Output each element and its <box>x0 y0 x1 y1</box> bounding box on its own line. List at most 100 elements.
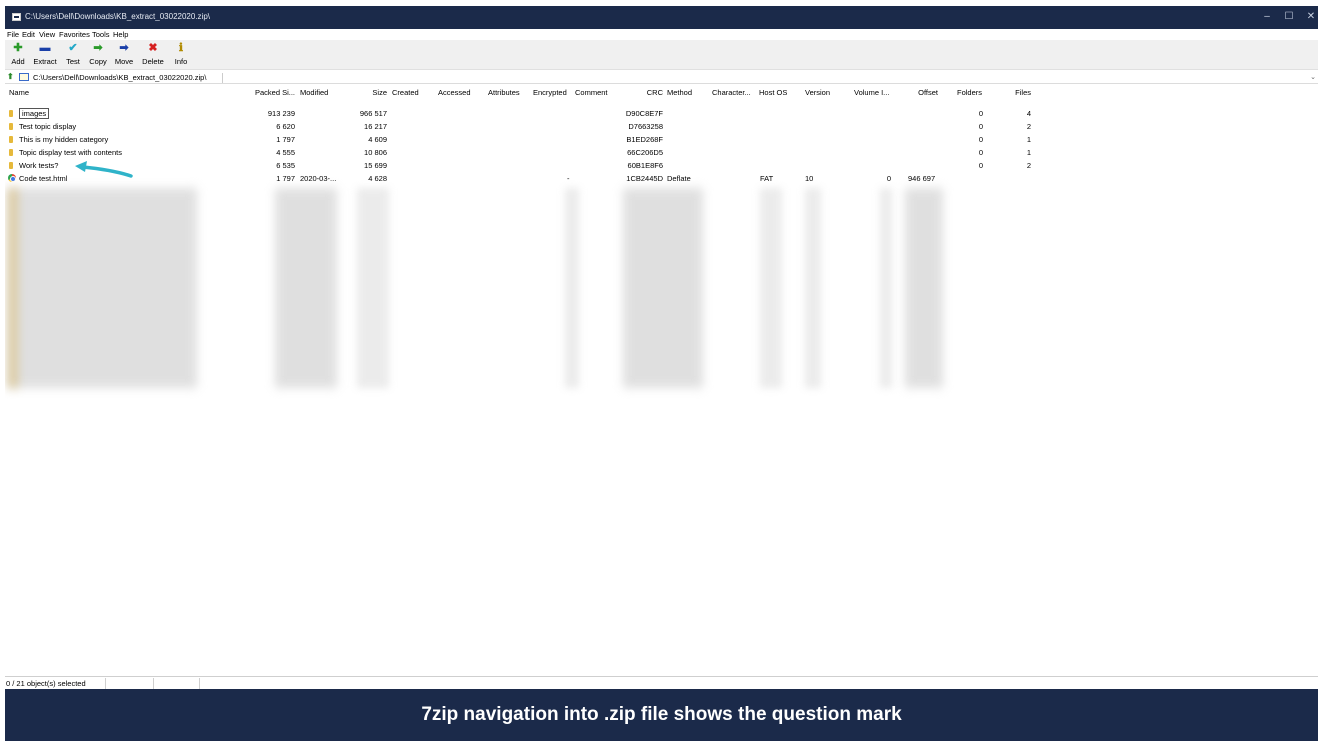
redacted-version <box>805 188 821 388</box>
col-folders[interactable]: Folders <box>957 88 982 98</box>
redacted-host-os <box>760 188 782 388</box>
row-files: 1 <box>1026 135 1031 144</box>
col-packed-size[interactable]: Packed Si... <box>255 88 295 98</box>
row-size: 16 217 <box>364 122 387 131</box>
row-folders: 0 <box>978 122 983 131</box>
close-button[interactable]: ✕ <box>1303 10 1318 24</box>
delete-button[interactable]: ✖ Delete <box>138 40 168 70</box>
copy-arrow-icon: ➡ <box>93 42 103 54</box>
col-characteristics[interactable]: Character... <box>712 88 751 98</box>
col-encrypted[interactable]: Encrypted <box>533 88 567 98</box>
address-path[interactable]: C:\Users\Dell\Downloads\KB_extract_03022… <box>33 73 223 83</box>
col-modified[interactable]: Modified <box>300 88 328 98</box>
menu-file[interactable]: File <box>7 30 19 39</box>
test-label: Test <box>66 57 80 66</box>
col-created[interactable]: Created <box>392 88 419 98</box>
menu-help[interactable]: Help <box>113 30 128 39</box>
row-folders: 0 <box>978 148 983 157</box>
table-row[interactable]: This is my hidden category 1 797 4 609 B… <box>5 135 1318 144</box>
folder-icon <box>9 123 13 130</box>
row-version: 10 <box>805 174 814 183</box>
move-label: Move <box>114 57 134 66</box>
minimize-button[interactable]: – <box>1259 10 1275 24</box>
row-crc: 66C206D5 <box>627 148 663 157</box>
table-row[interactable]: Work tests? 6 535 15 699 60B1E8F6 0 2 <box>5 161 1318 170</box>
row-size: 966 517 <box>359 109 387 118</box>
redacted-names <box>7 188 197 388</box>
copy-button[interactable]: ➡ Copy <box>86 40 110 70</box>
window-title: C:\Users\Dell\Downloads\KB_extract_03022… <box>25 12 210 21</box>
selection-status: 0 / 21 object(s) selected <box>6 679 86 688</box>
table-row[interactable]: Test topic display 6 620 16 217 D7663258… <box>5 122 1318 131</box>
toolbar: ✚ Add ▬ Extract ✔ Test ➡ Copy ➡ Move ✖ D… <box>5 40 1318 70</box>
col-size[interactable]: Size <box>345 88 387 98</box>
table-row[interactable]: Code test.html 1 797 2020-03-... 4 628 -… <box>5 174 1318 183</box>
row-name: This is my hidden category <box>19 135 109 144</box>
row-volume: 0 <box>886 174 891 183</box>
folder-icon <box>9 136 13 143</box>
row-modified: 2020-03-... <box>300 174 337 183</box>
maximize-button[interactable]: ☐ <box>1281 10 1297 24</box>
col-host-os[interactable]: Host OS <box>759 88 787 98</box>
row-files: 1 <box>1026 148 1031 157</box>
folder-icon <box>9 162 13 169</box>
menu-favorites[interactable]: Favorites <box>59 30 90 39</box>
up-folder-icon[interactable]: ⬆ <box>7 72 14 81</box>
col-name[interactable]: Name <box>9 88 29 98</box>
title-bar[interactable]: C:\Users\Dell\Downloads\KB_extract_03022… <box>5 6 1318 29</box>
menu-edit[interactable]: Edit <box>22 30 35 39</box>
menu-view[interactable]: View <box>39 30 55 39</box>
redacted-crc <box>623 188 703 388</box>
row-name: Code test.html <box>19 174 68 183</box>
col-version[interactable]: Version <box>805 88 830 98</box>
col-offset[interactable]: Offset <box>900 88 938 98</box>
sevenzip-window: C:\Users\Dell\Downloads\KB_extract_03022… <box>5 6 1318 741</box>
table-row[interactable]: Topic display test with contents 4 555 1… <box>5 148 1318 157</box>
caption-banner: 7zip navigation into .zip file shows the… <box>5 689 1318 741</box>
row-size: 4 609 <box>368 135 387 144</box>
col-attributes[interactable]: Attributes <box>488 88 520 98</box>
col-crc[interactable]: CRC <box>625 88 663 98</box>
col-accessed[interactable]: Accessed <box>438 88 471 98</box>
info-button[interactable]: ℹ Info <box>170 40 192 70</box>
menu-tools[interactable]: Tools <box>92 30 110 39</box>
row-packed: 1 797 <box>276 174 295 183</box>
col-method[interactable]: Method <box>667 88 692 98</box>
delete-x-icon: ✖ <box>148 42 158 54</box>
info-label: Info <box>174 57 188 66</box>
row-files: 4 <box>1026 109 1031 118</box>
redacted-comment <box>565 188 579 388</box>
row-packed: 4 555 <box>276 148 295 157</box>
row-name: Work tests? <box>19 161 59 170</box>
info-icon: ℹ <box>178 42 184 54</box>
row-offset: 946 697 <box>908 174 936 183</box>
add-button[interactable]: ✚ Add <box>7 40 29 70</box>
col-volume-index[interactable]: Volume I... <box>854 88 889 98</box>
row-crc: 60B1E8F6 <box>627 161 663 170</box>
chevron-down-icon[interactable]: ⌄ <box>1310 73 1316 81</box>
move-button[interactable]: ➡ Move <box>112 40 136 70</box>
extract-button[interactable]: ▬ Extract <box>30 40 60 70</box>
col-comment[interactable]: Comment <box>575 88 608 98</box>
table-row[interactable]: images 913 239 966 517 D90C8E7F 0 4 <box>5 108 1318 119</box>
address-bar[interactable]: ⬆ C:\Users\Dell\Downloads\KB_extract_030… <box>5 71 1318 84</box>
row-crc: D90C8E7F <box>625 109 663 118</box>
check-icon: ✔ <box>68 42 78 54</box>
zip-archive-icon <box>19 73 29 81</box>
row-folders: 0 <box>978 109 983 118</box>
test-button[interactable]: ✔ Test <box>62 40 84 70</box>
copy-label: Copy <box>89 57 107 66</box>
col-files[interactable]: Files <box>995 88 1031 98</box>
row-size: 10 806 <box>364 148 387 157</box>
annotation-arrow <box>75 161 133 178</box>
row-files: 2 <box>1026 122 1031 131</box>
row-crc: 1CB2445D <box>626 174 663 183</box>
file-list[interactable]: Name Packed Si... Modified Size Created … <box>5 88 1318 676</box>
row-packed: 6 620 <box>276 122 295 131</box>
row-size: 4 628 <box>368 174 387 183</box>
row-name: Topic display test with contents <box>19 148 122 157</box>
menu-bar: File Edit View Favorites Tools Help <box>5 29 1318 40</box>
redacted-packed <box>275 188 337 388</box>
row-files: 2 <box>1026 161 1031 170</box>
delete-label: Delete <box>142 57 164 66</box>
